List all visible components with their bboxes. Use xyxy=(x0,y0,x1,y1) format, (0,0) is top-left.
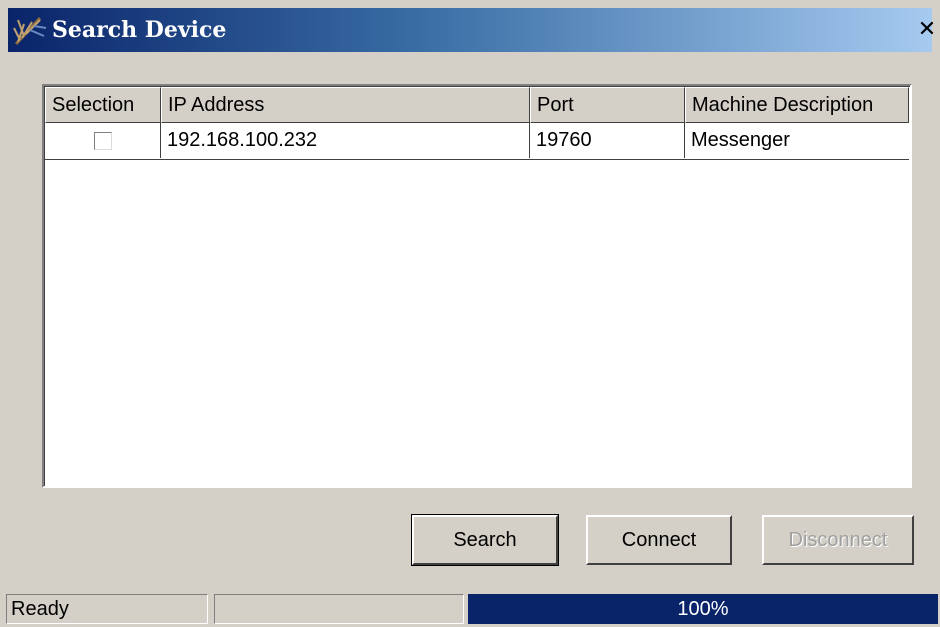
status-bar: Ready 100% xyxy=(0,590,940,627)
search-device-window: Search Device ✕ Selection IP Address Por… xyxy=(0,0,940,627)
machine-description-cell: Messenger xyxy=(691,129,790,151)
table-row[interactable]: 192.168.100.232 19760 Messenger xyxy=(45,123,909,160)
column-header-port[interactable]: Port xyxy=(530,87,685,123)
connect-button[interactable]: Connect xyxy=(586,515,732,565)
search-button[interactable]: Search xyxy=(411,514,559,566)
column-header-selection[interactable]: Selection xyxy=(45,87,161,123)
column-header-ip-address[interactable]: IP Address xyxy=(161,87,530,123)
status-text: Ready xyxy=(6,594,208,624)
title-bar[interactable]: Search Device xyxy=(8,8,932,52)
progress-label: 100% xyxy=(677,598,729,620)
disconnect-button: Disconnect xyxy=(762,515,914,565)
close-icon: ✕ xyxy=(917,17,937,42)
window-title: Search Device xyxy=(52,17,227,43)
port-cell: 19760 xyxy=(530,123,685,158)
selection-cell xyxy=(45,123,161,158)
list-header: Selection IP Address Port Machine Descri… xyxy=(45,87,909,123)
app-feather-icon xyxy=(13,16,47,46)
status-pane-empty xyxy=(214,594,464,624)
device-list[interactable]: Selection IP Address Port Machine Descri… xyxy=(42,84,912,488)
close-button[interactable]: ✕ xyxy=(917,18,937,42)
device-select-checkbox[interactable] xyxy=(93,131,112,150)
ip-address-cell: 192.168.100.232 xyxy=(161,123,530,158)
progress-bar: 100% xyxy=(468,594,938,624)
column-header-machine-description[interactable]: Machine Description xyxy=(685,87,909,123)
